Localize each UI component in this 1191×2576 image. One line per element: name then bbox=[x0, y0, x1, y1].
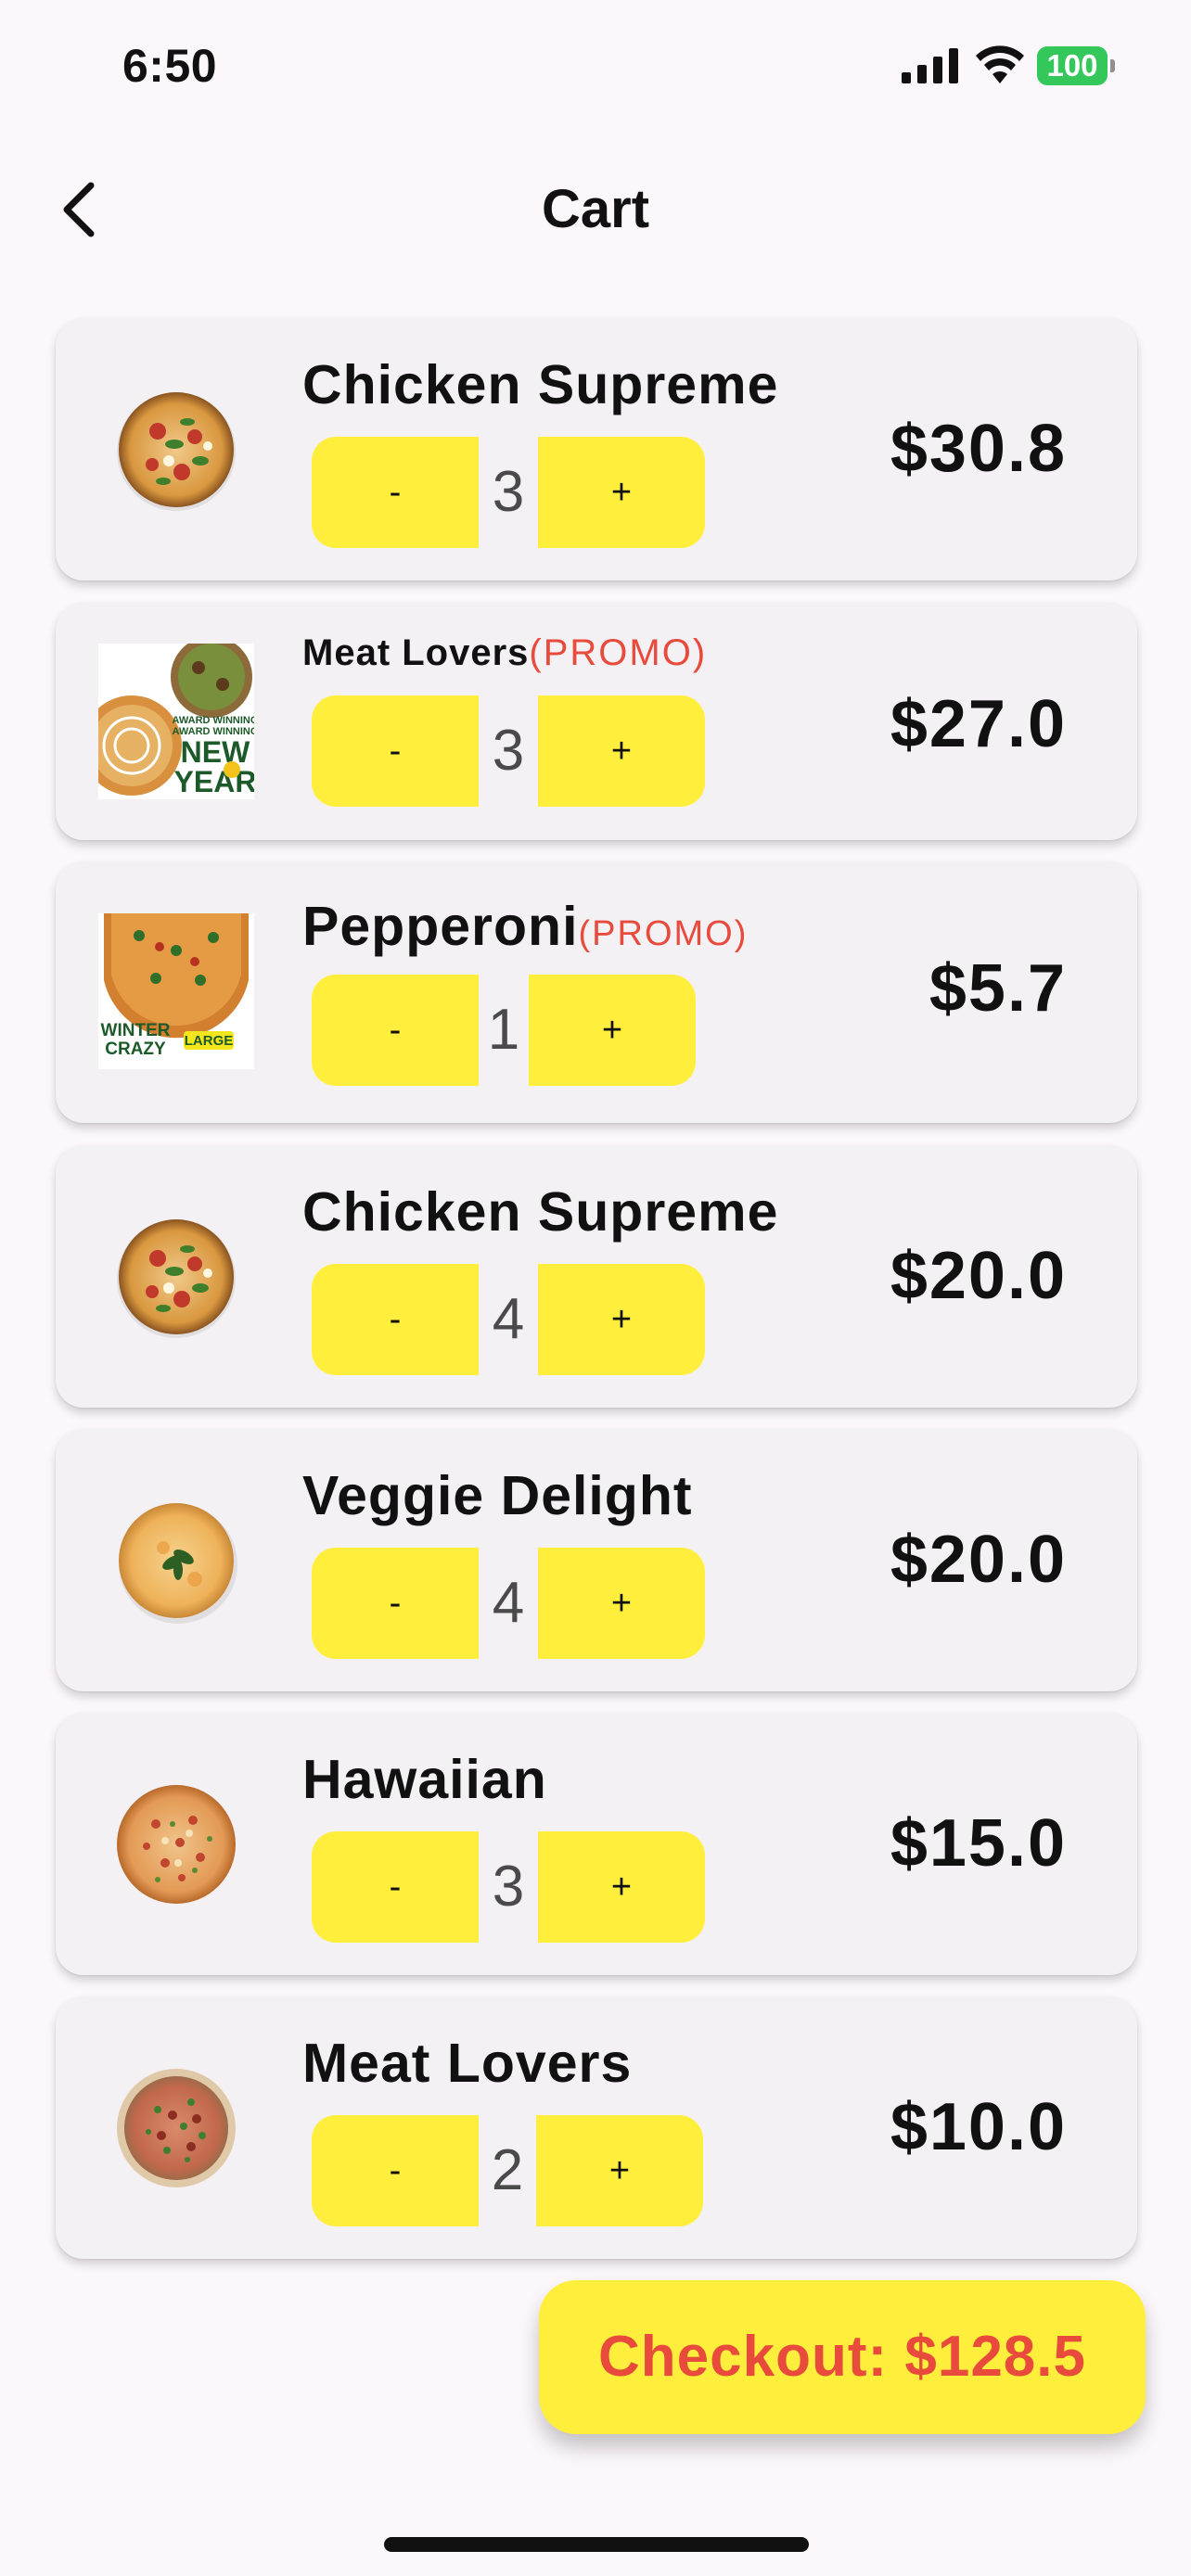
promo-image: AWARD WINNING AWARD WINNING NEW YEAR bbox=[98, 644, 254, 799]
quantity-stepper: - 3 + bbox=[312, 695, 705, 807]
checkout-button[interactable]: Checkout: $128.5 bbox=[539, 2280, 1146, 2434]
decrease-quantity-button[interactable]: - bbox=[312, 2115, 479, 2226]
pizza-image bbox=[117, 1785, 236, 1904]
item-name-text: Meat Lovers bbox=[302, 632, 530, 673]
item-price: $20.0 bbox=[890, 1239, 1067, 1313]
cart-item: AWARD WINNING AWARD WINNING NEW YEAR Mea… bbox=[56, 603, 1137, 840]
promo-image-text: LARGE bbox=[185, 1033, 234, 1049]
promo-image: WINTER CRAZY LARGE bbox=[98, 913, 254, 1069]
status-bar: 6:50 100 bbox=[0, 0, 1191, 139]
pizza-image bbox=[117, 1219, 236, 1338]
battery-level: 100 bbox=[1037, 46, 1108, 85]
increase-quantity-button[interactable]: + bbox=[538, 437, 705, 548]
decrease-quantity-button[interactable]: - bbox=[312, 695, 479, 807]
pizza-image bbox=[119, 1503, 237, 1624]
promo-image-text: CRAZY bbox=[105, 1039, 166, 1059]
item-price: $20.0 bbox=[890, 1523, 1067, 1597]
item-name: Chicken Supreme bbox=[302, 1180, 778, 1243]
quantity-stepper: - 1 + bbox=[312, 975, 696, 1086]
item-name-text: Veggie Delight bbox=[302, 1465, 693, 1526]
quantity-stepper: - 2 + bbox=[312, 2115, 703, 2226]
quantity-value: 3 bbox=[492, 1855, 525, 1919]
item-price: $5.7 bbox=[928, 951, 1067, 1026]
status-time: 6:50 bbox=[122, 40, 218, 92]
promo-image-text: YEAR bbox=[174, 765, 254, 798]
increase-quantity-button[interactable]: + bbox=[538, 1264, 705, 1375]
quantity-value: 3 bbox=[492, 460, 525, 524]
quantity-value: 4 bbox=[492, 1287, 525, 1351]
increase-quantity-button[interactable]: + bbox=[538, 1548, 705, 1659]
increase-quantity-button[interactable]: + bbox=[536, 2115, 703, 2226]
quantity-value: 4 bbox=[492, 1571, 525, 1635]
item-price: $27.0 bbox=[890, 687, 1067, 761]
promo-image-text: WINTER bbox=[101, 1021, 171, 1040]
cart-item: Hawaiian - 3 + $15.0 bbox=[56, 1713, 1137, 1975]
item-price: $10.0 bbox=[890, 2090, 1067, 2164]
page-title: Cart bbox=[541, 179, 650, 239]
cellular-signal-icon bbox=[902, 48, 958, 83]
decrease-quantity-button[interactable]: - bbox=[312, 975, 479, 1086]
item-name: Pepperoni(PROMO) bbox=[302, 895, 748, 958]
promo-tag: (PROMO) bbox=[529, 632, 708, 673]
item-name-text: Meat Lovers bbox=[302, 2033, 633, 2094]
item-name: Chicken Supreme bbox=[302, 353, 778, 416]
item-name-text: Pepperoni bbox=[302, 896, 579, 957]
increase-quantity-button[interactable]: + bbox=[538, 695, 705, 807]
item-name-text: Chicken Supreme bbox=[302, 354, 779, 415]
decrease-quantity-button[interactable]: - bbox=[312, 1548, 479, 1659]
pizza-image bbox=[117, 2069, 236, 2187]
item-price: $30.8 bbox=[890, 412, 1067, 486]
increase-quantity-button[interactable]: + bbox=[538, 1831, 705, 1943]
decrease-quantity-button[interactable]: - bbox=[312, 437, 479, 548]
item-name: Meat Lovers(PROMO) bbox=[302, 632, 707, 674]
home-indicator[interactable] bbox=[384, 2537, 809, 2552]
item-price: $15.0 bbox=[890, 1806, 1067, 1881]
promo-image-text: NEW bbox=[181, 735, 250, 769]
quantity-stepper: - 4 + bbox=[312, 1264, 705, 1375]
cart-item: Veggie Delight - 4 + $20.0 bbox=[56, 1429, 1137, 1691]
wifi-icon bbox=[976, 45, 1024, 83]
decrease-quantity-button[interactable]: - bbox=[312, 1264, 479, 1375]
pizza-image bbox=[117, 392, 236, 511]
item-name: Meat Lovers bbox=[302, 2032, 632, 2095]
cart-item: Meat Lovers - 2 + $10.0 bbox=[56, 1996, 1137, 2259]
quantity-stepper: - 4 + bbox=[312, 1548, 705, 1659]
cart-item: WINTER CRAZY LARGE Pepperoni(PROMO) - 1 … bbox=[56, 861, 1137, 1123]
quantity-value: 2 bbox=[491, 2138, 524, 2202]
quantity-stepper: - 3 + bbox=[312, 1831, 705, 1943]
item-name-text: Chicken Supreme bbox=[302, 1181, 779, 1243]
promo-image-text: AWARD WINNING bbox=[173, 715, 254, 726]
battery-tip bbox=[1110, 59, 1115, 72]
quantity-stepper: - 3 + bbox=[312, 437, 705, 548]
cart-screen: 6:50 100 Cart Chicken Supreme - 3 + $30.… bbox=[0, 0, 1191, 2576]
item-name: Hawaiian bbox=[302, 1748, 547, 1811]
promo-tag: (PROMO) bbox=[578, 914, 749, 953]
quantity-value: 3 bbox=[492, 719, 525, 783]
item-name: Veggie Delight bbox=[302, 1464, 693, 1527]
increase-quantity-button[interactable]: + bbox=[529, 975, 696, 1086]
cart-item: Chicken Supreme - 4 + $20.0 bbox=[56, 1145, 1137, 1408]
quantity-value: 1 bbox=[487, 998, 520, 1062]
battery-icon: 100 bbox=[1037, 46, 1115, 85]
cart-item: Chicken Supreme - 3 + $30.8 bbox=[56, 318, 1137, 580]
item-name-text: Hawaiian bbox=[302, 1749, 547, 1810]
decrease-quantity-button[interactable]: - bbox=[312, 1831, 479, 1943]
